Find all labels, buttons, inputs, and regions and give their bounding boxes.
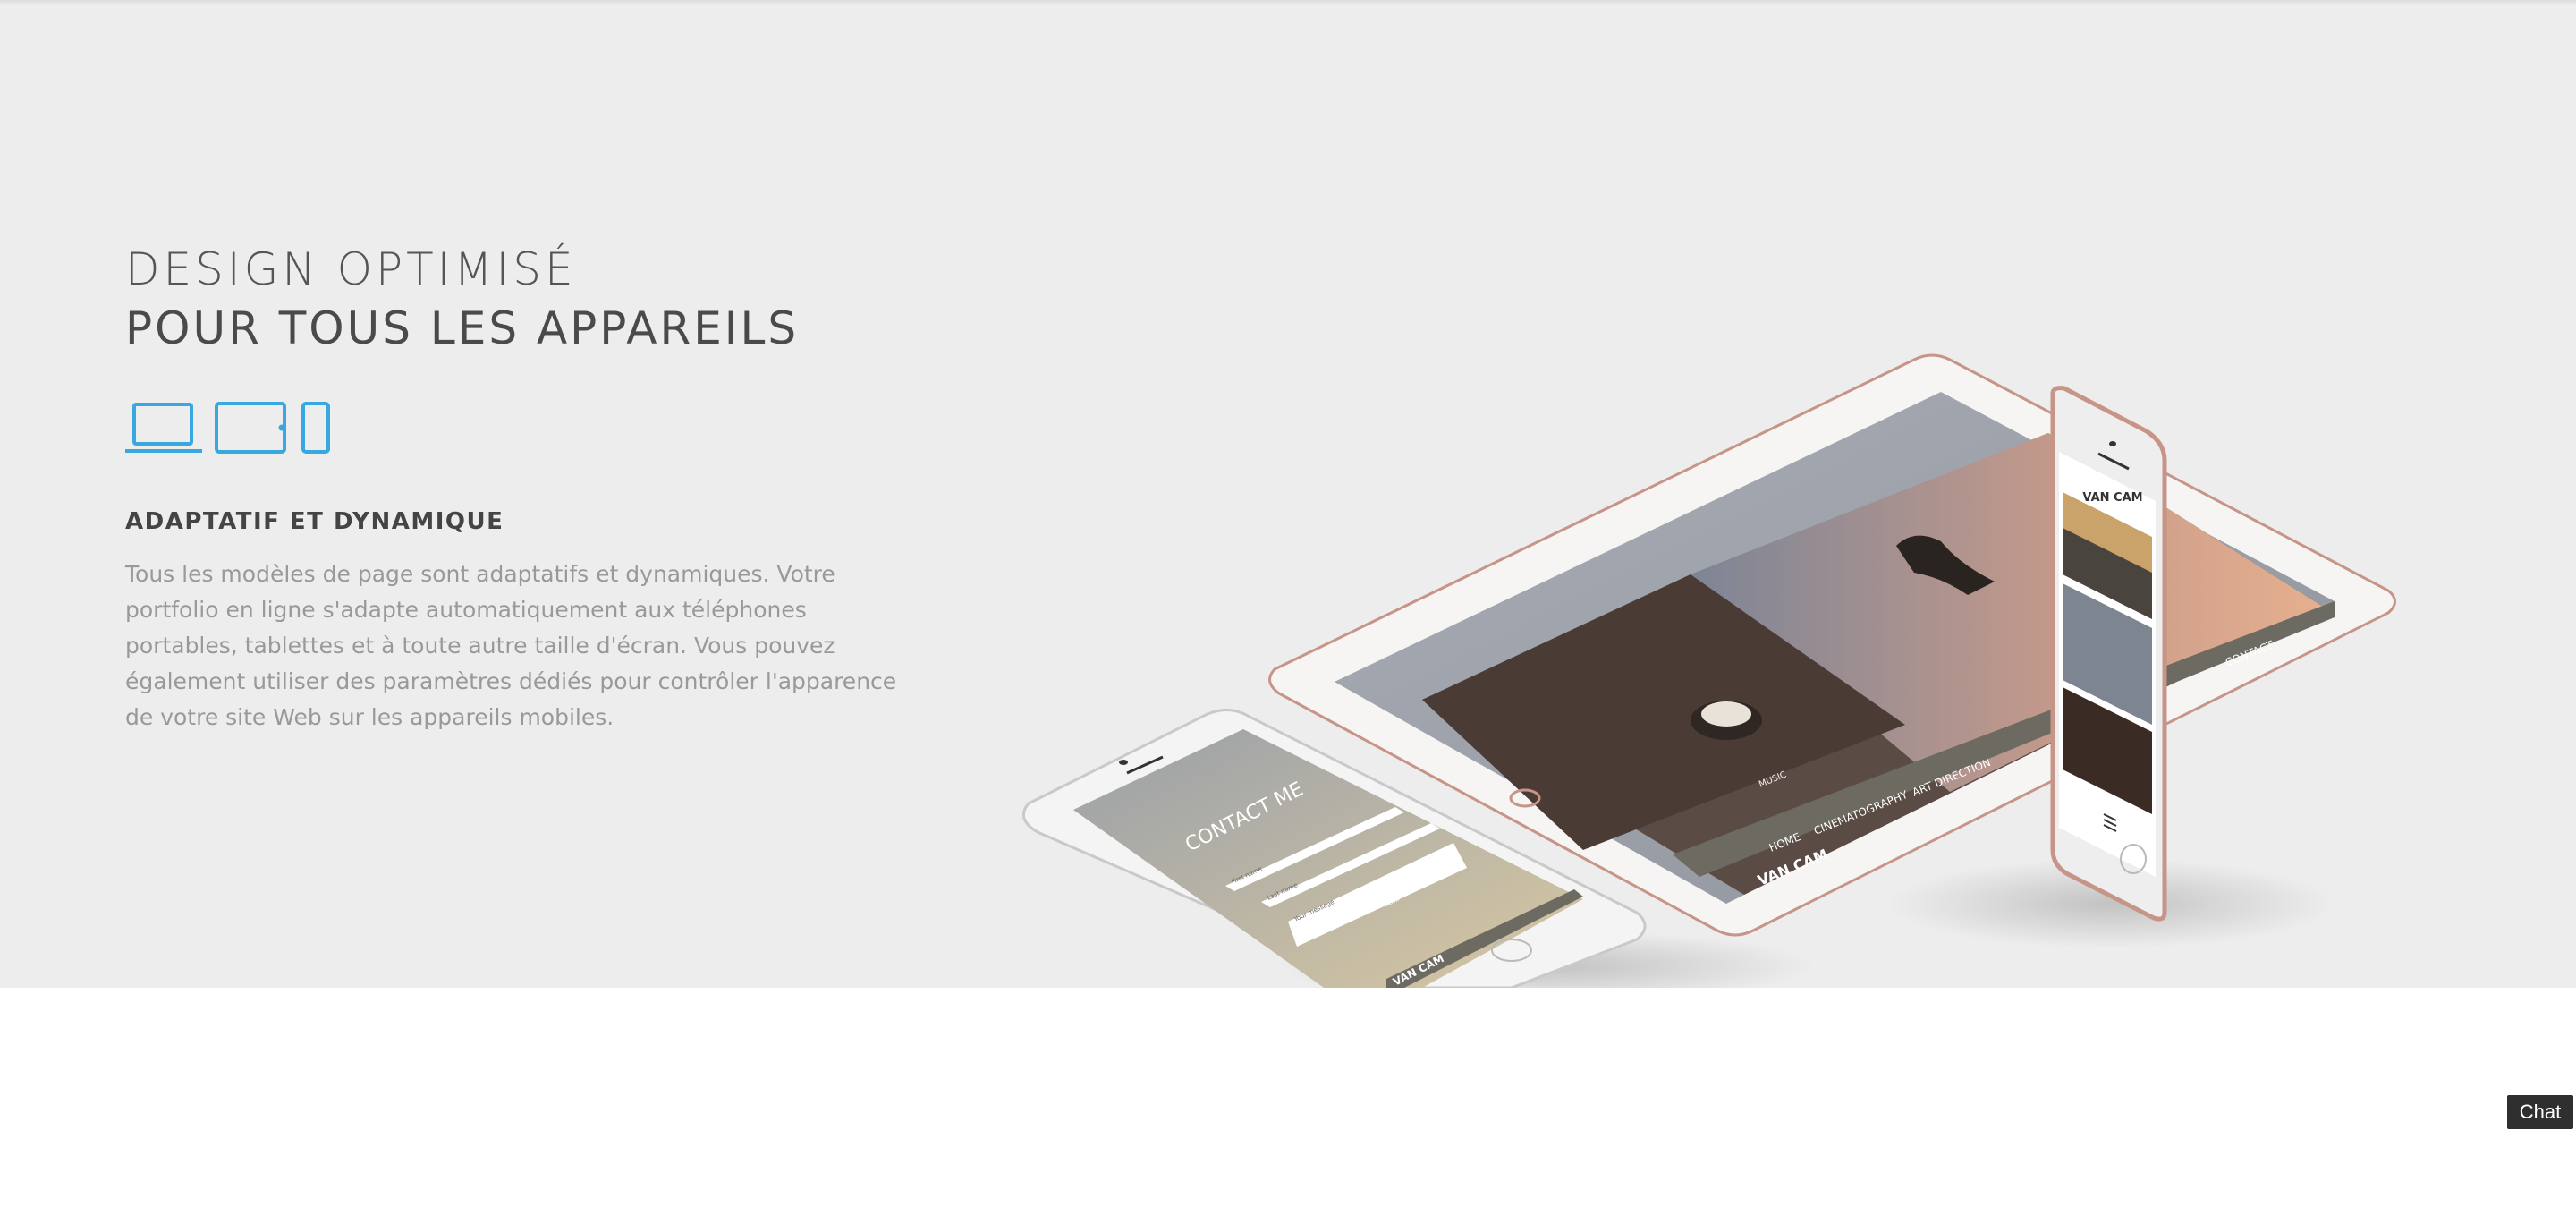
hero-title: DESIGN OPTIMISÉ POUR TOUS LES APPAREILS: [125, 240, 912, 358]
device-icons: [125, 397, 340, 456]
phone-icon: [301, 402, 330, 454]
tablet-icon: [215, 402, 286, 454]
title-line-2: POUR TOUS LES APPAREILS: [125, 302, 800, 354]
right-phone-brand: VAN CAM: [2082, 491, 2142, 505]
top-shade: [0, 0, 2576, 5]
chat-button[interactable]: Chat: [2507, 1095, 2573, 1129]
title-line-1: DESIGN OPTIMISÉ: [125, 243, 577, 295]
subheading: ADAPTATIF ET DYNAMIQUE: [125, 508, 504, 535]
phone-right-mockup: VAN CAM: [2050, 386, 2167, 922]
devices-mockup-image: HOME CINEMATOGRAPHY ART DIRECTION CONTAC…: [1011, 349, 2451, 988]
laptop-icon: [125, 403, 202, 453]
hero-section: DESIGN OPTIMISÉ POUR TOUS LES APPAREILS …: [0, 0, 2576, 988]
description-text: Tous les modèles de page sont adaptatifs…: [125, 561, 897, 730]
